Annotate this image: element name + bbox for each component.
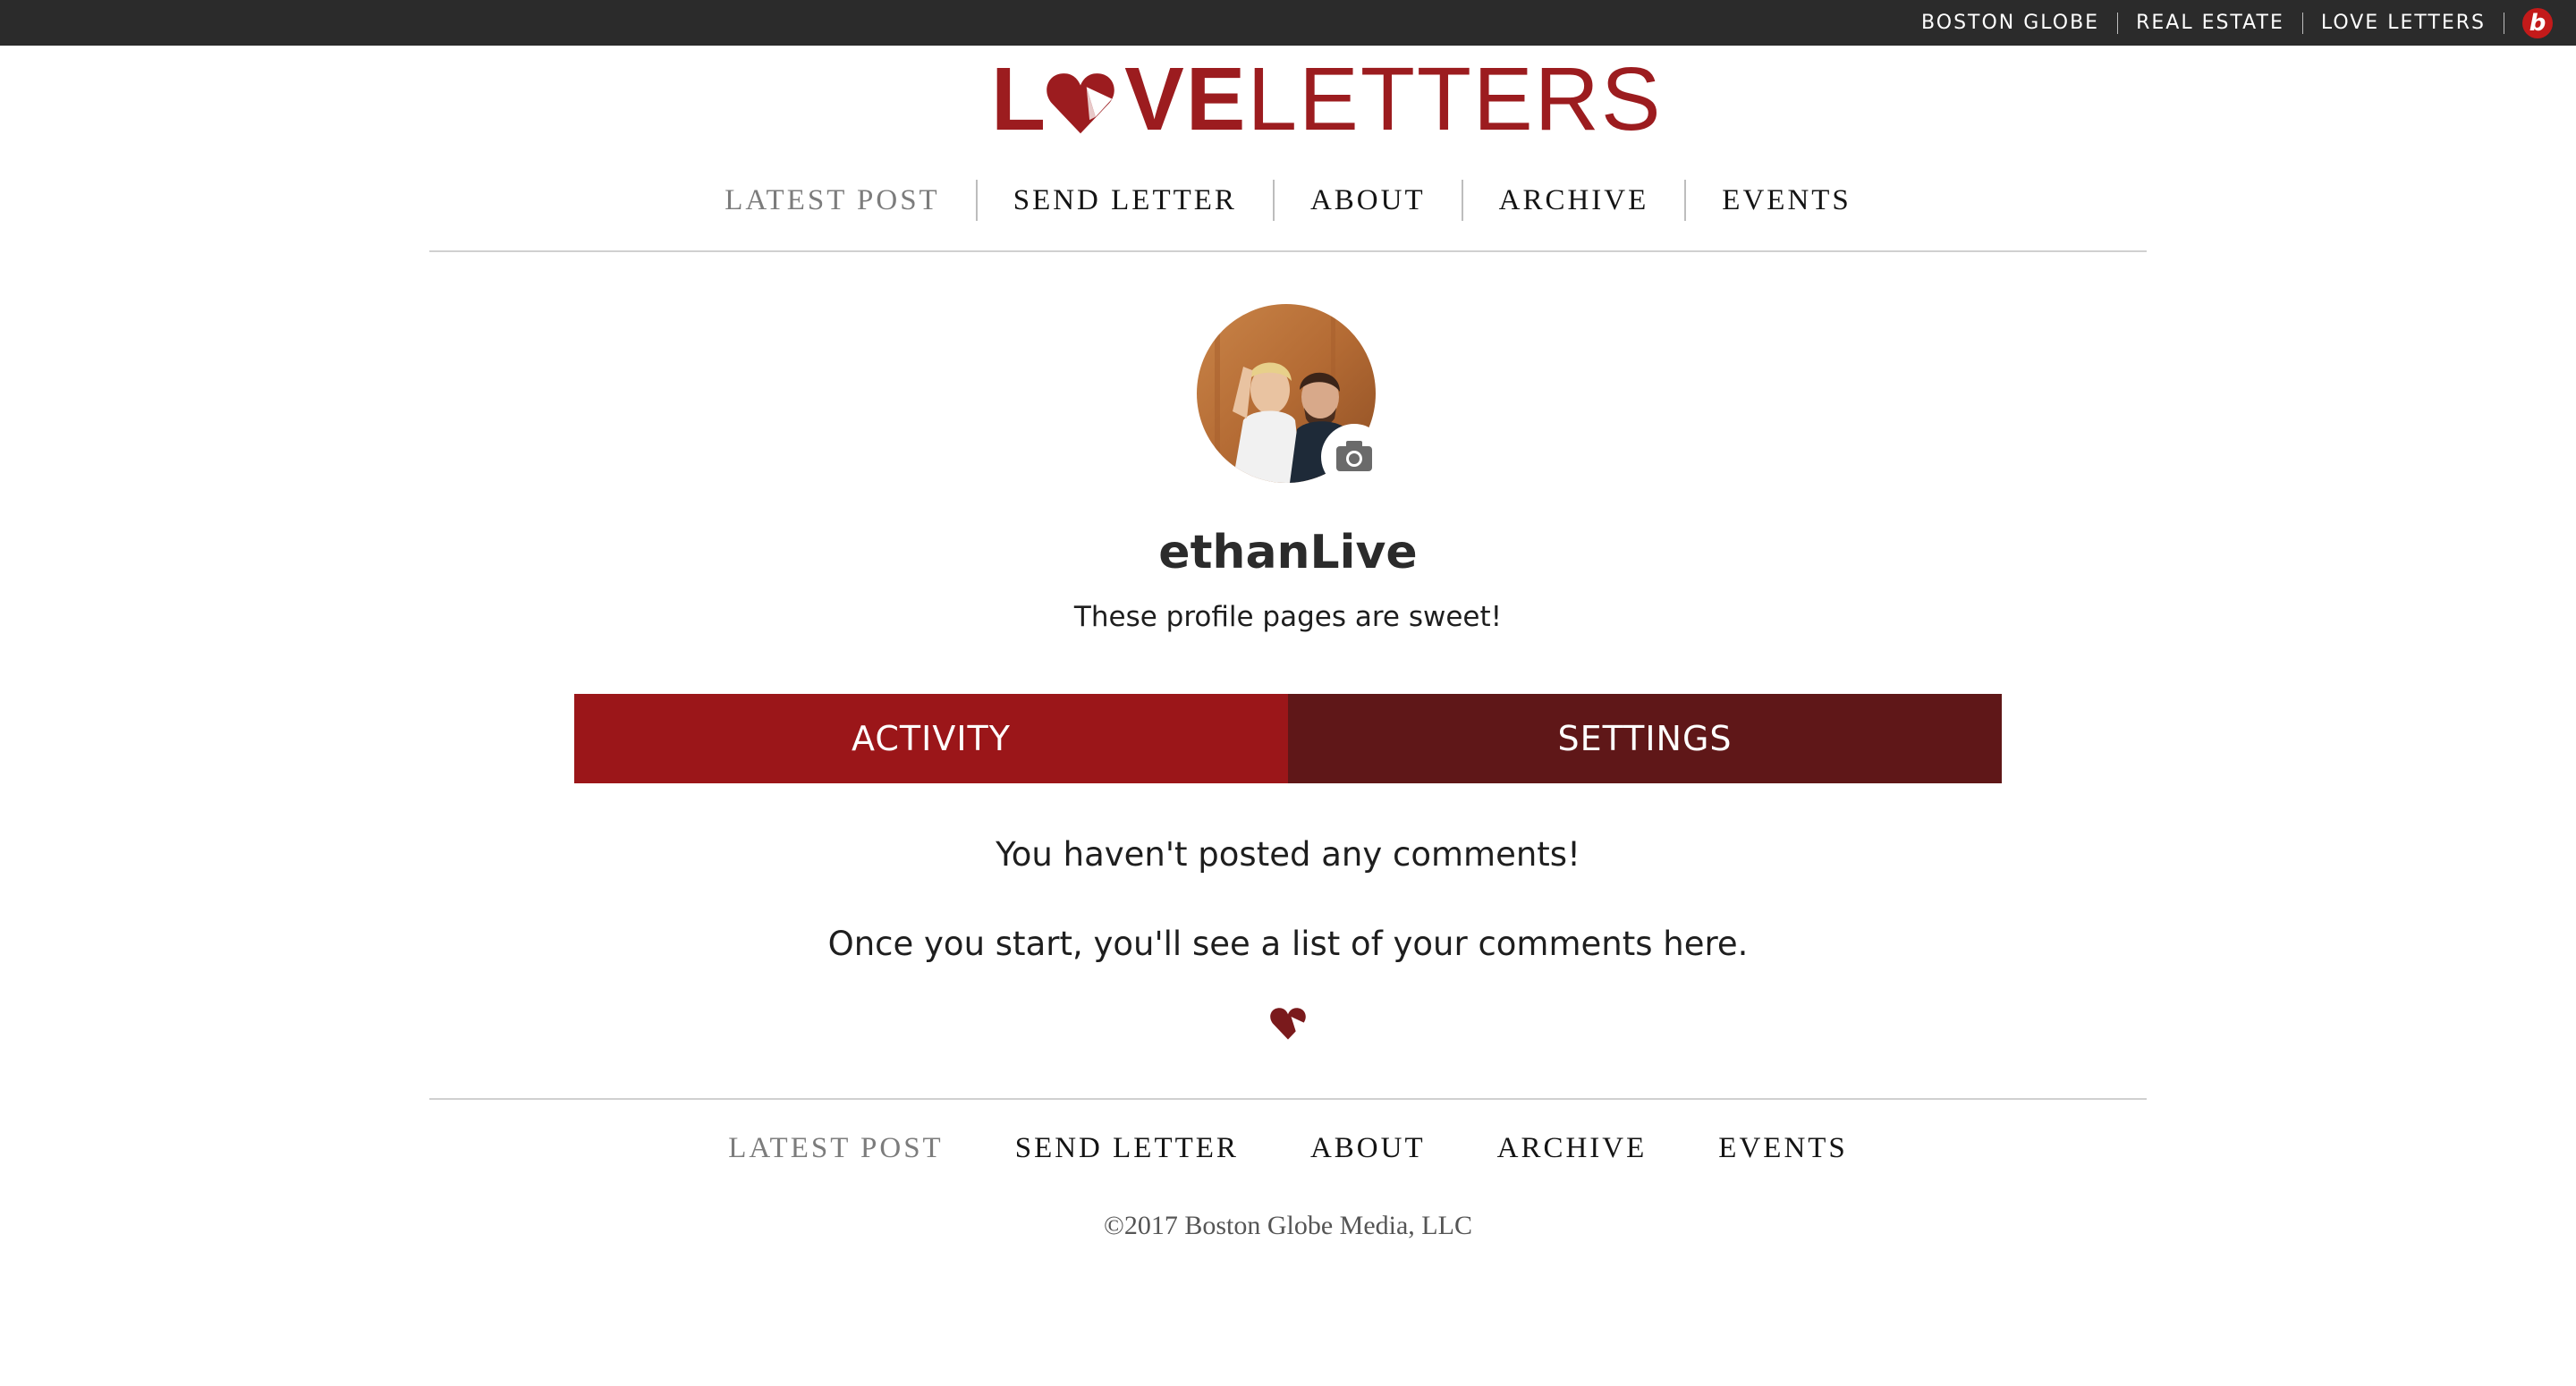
- footer-nav-about[interactable]: ABOUT: [1275, 1123, 1462, 1173]
- top-link-real-estate[interactable]: REAL ESTATE: [2118, 12, 2302, 34]
- footer-nav-send-letter[interactable]: SEND LETTER: [979, 1123, 1275, 1173]
- logo-letter-l: L: [991, 49, 1048, 149]
- top-bar: BOSTON GLOBE REAL ESTATE LOVE LETTERS b: [0, 0, 2576, 46]
- camera-icon: [1321, 424, 1387, 490]
- main-nav: LATEST POST SEND LETTER ABOUT ARCHIVE EV…: [0, 175, 2576, 225]
- empty-state-message: Once you start, you'll see a list of you…: [827, 925, 1749, 963]
- footer-nav-archive[interactable]: ARCHIVE: [1462, 1123, 1683, 1173]
- footer-nav: LATEST POST SEND LETTER ABOUT ARCHIVE EV…: [0, 1123, 2576, 1173]
- top-link-love-letters[interactable]: LOVE LETTERS: [2303, 12, 2504, 34]
- profile-bio: These profile pages are sweet!: [1073, 601, 1503, 633]
- love-letters-logo[interactable]: L VELETTERS: [991, 55, 1661, 144]
- heart-icon: [1270, 1008, 1306, 1040]
- header-divider: [429, 250, 2147, 252]
- nav-send-letter[interactable]: SEND LETTER: [978, 175, 1273, 225]
- heart-icon: [1046, 73, 1114, 134]
- nav-archive[interactable]: ARCHIVE: [1463, 175, 1685, 225]
- profile-username: ethanLive: [1158, 526, 1418, 579]
- change-photo-button[interactable]: [1311, 422, 1397, 492]
- logo-letters-ve: VE: [1124, 49, 1248, 149]
- logo-letters-letters: LETTERS: [1247, 49, 1663, 149]
- nav-latest-post[interactable]: LATEST POST: [689, 175, 976, 225]
- profile-tabs: ACTIVITY SETTINGS: [574, 694, 2002, 783]
- footer-nav-latest-post[interactable]: LATEST POST: [692, 1123, 979, 1173]
- nav-about[interactable]: ABOUT: [1275, 175, 1462, 225]
- top-bar-links: BOSTON GLOBE REAL ESTATE LOVE LETTERS b: [1903, 7, 2553, 38]
- top-link-boston-globe[interactable]: BOSTON GLOBE: [1903, 12, 2117, 34]
- tab-activity[interactable]: ACTIVITY: [574, 694, 1288, 783]
- footer-nav-events[interactable]: EVENTS: [1682, 1123, 1884, 1173]
- nav-events[interactable]: EVENTS: [1686, 175, 1887, 225]
- tab-settings[interactable]: SETTINGS: [1288, 694, 2002, 783]
- footer-divider: [429, 1098, 2147, 1100]
- empty-state-title: You haven't posted any comments!: [996, 835, 1580, 874]
- copyright-text: ©2017 Boston Globe Media, LLC: [1104, 1211, 1472, 1240]
- boston-dot-com-icon[interactable]: b: [2522, 7, 2553, 38]
